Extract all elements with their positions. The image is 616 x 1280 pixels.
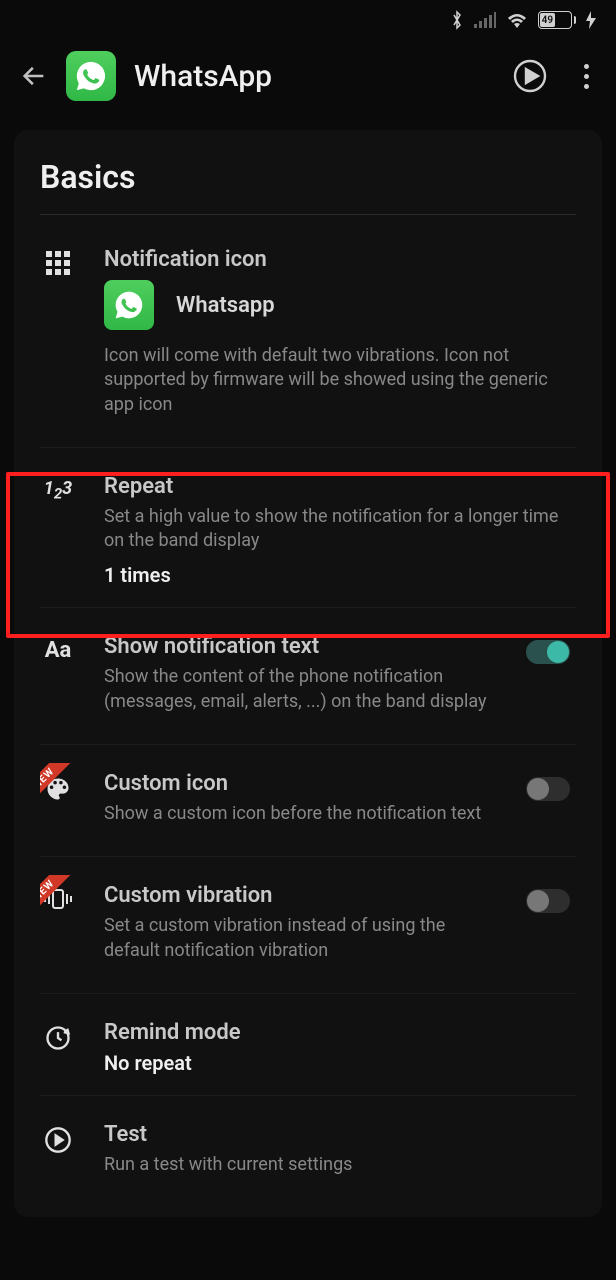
back-arrow-icon[interactable]	[20, 62, 48, 90]
more-menu-button[interactable]	[576, 62, 596, 90]
setting-title: Repeat	[104, 474, 576, 499]
text-icon: Aa	[45, 638, 72, 724]
section-title: Basics	[40, 158, 576, 196]
setting-desc: Icon will come with default two vibratio…	[104, 344, 576, 417]
setting-remind-mode[interactable]: Remind mode No repeat	[40, 1012, 576, 1096]
setting-desc: Run a test with current settings	[104, 1153, 576, 1177]
clock-repeat-icon	[44, 1024, 72, 1052]
settings-card: Basics Notification icon Whatsapp Icon w…	[14, 130, 602, 1217]
number-icon: 123	[44, 478, 72, 588]
whatsapp-icon	[104, 280, 154, 330]
wifi-icon	[506, 12, 528, 28]
app-icon-label: Whatsapp	[176, 293, 275, 318]
setting-desc: Show the content of the phone notificati…	[104, 665, 498, 714]
setting-repeat[interactable]: 123 Repeat Set a high value to show the …	[40, 466, 576, 609]
app-header: WhatsApp	[0, 40, 616, 112]
setting-title: Notification icon	[104, 247, 576, 272]
divider	[40, 214, 576, 215]
setting-desc: Set a custom vibration instead of using …	[104, 914, 498, 963]
setting-title: Custom vibration	[104, 883, 498, 908]
charging-icon	[586, 11, 596, 29]
setting-notification-icon[interactable]: Notification icon Whatsapp Icon will com…	[40, 239, 576, 448]
header-title: WhatsApp	[134, 59, 272, 94]
bluetooth-icon	[450, 10, 464, 30]
preview-play-button[interactable]	[512, 58, 548, 94]
setting-title: Show notification text	[104, 634, 498, 659]
setting-show-notification-text[interactable]: Aa Show notification text Show the conte…	[40, 626, 576, 745]
toggle-custom-vibration[interactable]	[526, 889, 570, 913]
toggle-show-text[interactable]	[526, 640, 570, 664]
setting-title: Remind mode	[104, 1020, 576, 1045]
battery-indicator: 49	[538, 11, 576, 29]
whatsapp-app-icon	[66, 51, 116, 101]
setting-desc: Show a custom icon before the notificati…	[104, 802, 498, 826]
toggle-custom-icon[interactable]	[526, 777, 570, 801]
status-bar: 49	[0, 0, 616, 40]
setting-value: No repeat	[104, 1051, 576, 1075]
setting-value: 1 times	[104, 563, 576, 587]
signal-icon	[474, 12, 496, 28]
setting-custom-icon[interactable]: NEW Custom icon Show a custom icon befor…	[40, 763, 576, 857]
setting-title: Test	[104, 1122, 576, 1147]
grid-icon	[46, 251, 70, 275]
setting-desc: Set a high value to show the notificatio…	[104, 505, 576, 554]
setting-title: Custom icon	[104, 771, 498, 796]
play-circle-icon	[44, 1126, 72, 1154]
setting-test[interactable]: Test Run a test with current settings	[40, 1114, 576, 1207]
setting-custom-vibration[interactable]: NEW Custom vibration Set a custom vibrat…	[40, 875, 576, 994]
